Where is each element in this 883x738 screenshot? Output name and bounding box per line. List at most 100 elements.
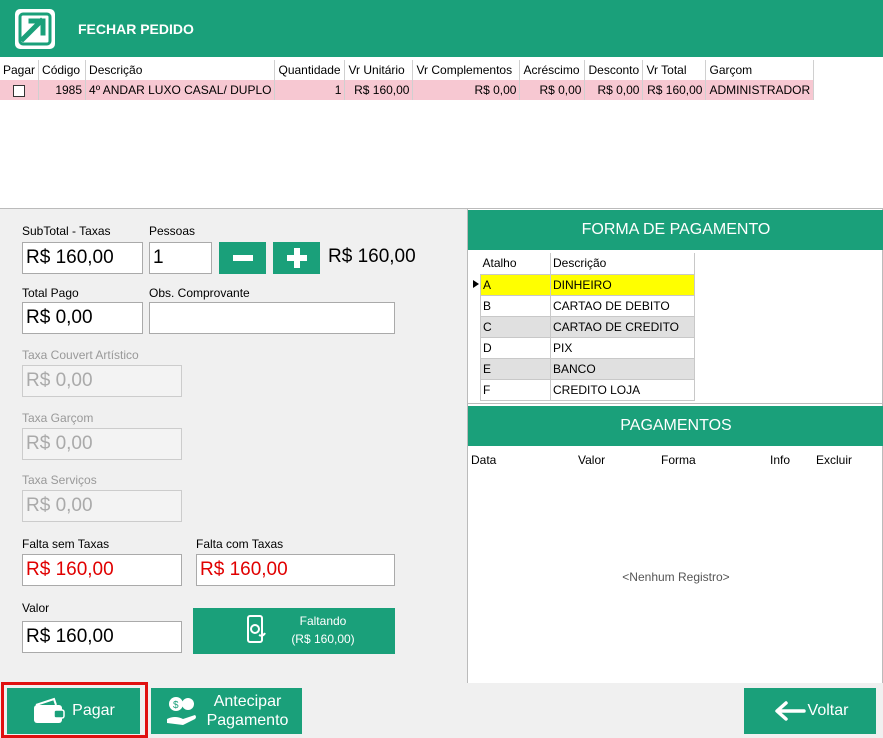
forma-pagamento-table: Atalho Descrição A DINHEIRO B CARTAO DE …: [480, 253, 695, 401]
col-pagar: Pagar: [0, 60, 40, 80]
cell-quantidade: 1: [274, 80, 346, 101]
falta-sem-taxas-label: Falta sem Taxas: [22, 537, 110, 551]
descricao-cell: CARTAO DE DEBITO: [550, 294, 695, 317]
valor-field[interactable]: R$ 160,00: [22, 621, 182, 653]
pagar-checkbox-cell[interactable]: [0, 80, 40, 101]
antecipar-pagamento-button[interactable]: $ Antecipar Pagamento: [151, 688, 302, 734]
plus-icon: [286, 248, 307, 268]
atalho-cell: A: [480, 273, 551, 296]
col-vr-unitario: Vr Unitário: [344, 60, 414, 80]
cell-acrescimo: R$ 0,00: [519, 80, 586, 101]
window-title: FECHAR PEDIDO: [78, 20, 194, 37]
descricao-cell: CREDITO LOJA: [550, 378, 695, 401]
row-pointer-icon: [473, 280, 479, 288]
col-atalho: Atalho: [480, 253, 551, 275]
voltar-label: Voltar: [807, 702, 849, 719]
pessoas-field[interactable]: 1: [149, 242, 212, 274]
cell-codigo: 1985: [38, 80, 87, 101]
payment-method-row-pix[interactable]: D PIX: [480, 336, 695, 359]
forma-pagamento-header: FORMA DE PAGAMENTO: [468, 210, 883, 250]
subtotal-field[interactable]: R$ 160,00: [22, 242, 143, 274]
minus-icon: [232, 255, 253, 261]
cell-vr-total: R$ 160,00: [642, 80, 707, 101]
faltando-button[interactable]: Faltando (R$ 160,00): [193, 608, 395, 654]
empty-message: <Nenhum Registro>: [622, 570, 730, 584]
pagar-label: Pagar: [72, 702, 115, 719]
col-vr-complementos: Vr Complementos: [412, 60, 521, 80]
payment-method-row-credito-loja[interactable]: F CREDITO LOJA: [480, 378, 695, 401]
pessoas-label: Pessoas: [149, 224, 196, 238]
col-garcom: Garçom: [705, 60, 815, 80]
pagar-checkbox[interactable]: [13, 84, 26, 97]
faltando-amount: (R$ 160,00): [291, 632, 355, 646]
faltando-label: Faltando: [299, 614, 347, 628]
descricao-cell: CARTAO DE CREDITO: [550, 315, 695, 338]
col-data: Data: [471, 453, 497, 467]
cell-vr-unitario: R$ 160,00: [344, 80, 414, 101]
payment-method-row-credito[interactable]: C CARTAO DE CREDITO: [480, 315, 695, 338]
pagar-button[interactable]: Pagar: [7, 688, 140, 734]
col-forma: Forma: [661, 453, 696, 467]
col-descricao-forma: Descrição: [550, 253, 695, 275]
atalho-cell: F: [480, 378, 551, 401]
col-codigo: Código: [38, 60, 87, 80]
wallet-icon: [34, 697, 65, 723]
antecipar-label-line1: Antecipar: [213, 693, 282, 710]
col-vr-total: Vr Total: [642, 60, 707, 80]
col-acrescimo: Acréscimo: [519, 60, 586, 80]
forma-pagamento-header-row: Atalho Descrição: [480, 253, 695, 275]
per-person-value: R$ 160,00: [328, 246, 416, 267]
valor-label: Valor: [22, 601, 50, 615]
items-table-header: Pagar Código Descrição Quantidade Vr Uni…: [0, 60, 815, 80]
col-desconto: Desconto: [584, 60, 644, 80]
payment-method-row-dinheiro[interactable]: A DINHEIRO: [480, 273, 695, 296]
falta-com-taxas-label: Falta com Taxas: [196, 537, 284, 551]
falta-sem-taxas-field: R$ 160,00: [22, 554, 182, 586]
col-valor: Valor: [578, 453, 606, 467]
title-bar: FECHAR PEDIDO: [0, 0, 883, 57]
cell-garcom: ADMINISTRADOR: [705, 80, 815, 101]
taxa-servicos-label: Taxa Serviços: [22, 473, 97, 487]
phone-money-icon: [247, 615, 266, 643]
taxa-servicos-field: R$ 0,00: [22, 490, 182, 522]
svg-text:$: $: [173, 700, 179, 711]
atalho-cell: E: [480, 357, 551, 380]
atalho-cell: C: [480, 315, 551, 338]
cell-desconto: R$ 0,00: [584, 80, 644, 101]
atalho-cell: D: [480, 336, 551, 359]
payment-methods-panel: FORMA DE PAGAMENTO Atalho Descrição A DI…: [467, 208, 883, 684]
total-pago-label: Total Pago: [22, 286, 79, 300]
payment-method-row-banco[interactable]: E BANCO: [480, 357, 695, 380]
pagamentos-header: PAGAMENTOS: [468, 406, 883, 446]
col-descricao: Descrição: [85, 60, 276, 80]
hand-coins-icon: $: [166, 697, 196, 725]
app-logo-icon: [15, 8, 55, 49]
antecipar-label-line2: Pagamento: [206, 712, 289, 729]
voltar-button[interactable]: Voltar: [744, 688, 876, 734]
descricao-cell: BANCO: [550, 357, 695, 380]
col-quantidade: Quantidade: [274, 60, 346, 80]
col-info: Info: [770, 453, 791, 467]
taxa-couvert-label: Taxa Couvert Artístico: [22, 348, 139, 362]
taxa-couvert-field: R$ 0,00: [22, 365, 182, 397]
items-table: Pagar Código Descrição Quantidade Vr Uni…: [0, 60, 815, 101]
payment-method-row-debito[interactable]: B CARTAO DE DEBITO: [480, 294, 695, 317]
subtotal-label: SubTotal - Taxas: [22, 224, 111, 238]
atalho-cell: B: [480, 294, 551, 317]
taxa-garcom-field: R$ 0,00: [22, 428, 182, 460]
descricao-cell: PIX: [550, 336, 695, 359]
obs-comprovante-field[interactable]: [149, 302, 395, 334]
decrease-people-button[interactable]: [219, 242, 266, 274]
falta-com-taxas-field: R$ 160,00: [196, 554, 395, 586]
section-divider: [468, 403, 883, 404]
obs-comprovante-label: Obs. Comprovante: [149, 286, 250, 300]
col-excluir: Excluir: [816, 453, 853, 467]
table-row[interactable]: 1985 4º ANDAR LUXO CASAL/ DUPLO 1 R$ 160…: [0, 80, 815, 101]
increase-people-button[interactable]: [273, 242, 320, 274]
cell-descricao: 4º ANDAR LUXO CASAL/ DUPLO: [85, 80, 276, 101]
taxa-garcom-label: Taxa Garçom: [22, 411, 94, 425]
descricao-cell: DINHEIRO: [550, 273, 695, 296]
total-pago-field[interactable]: R$ 0,00: [22, 302, 143, 334]
arrow-left-icon: [774, 701, 806, 721]
pagamentos-columns: Data Valor Forma Info Excluir: [468, 453, 883, 473]
